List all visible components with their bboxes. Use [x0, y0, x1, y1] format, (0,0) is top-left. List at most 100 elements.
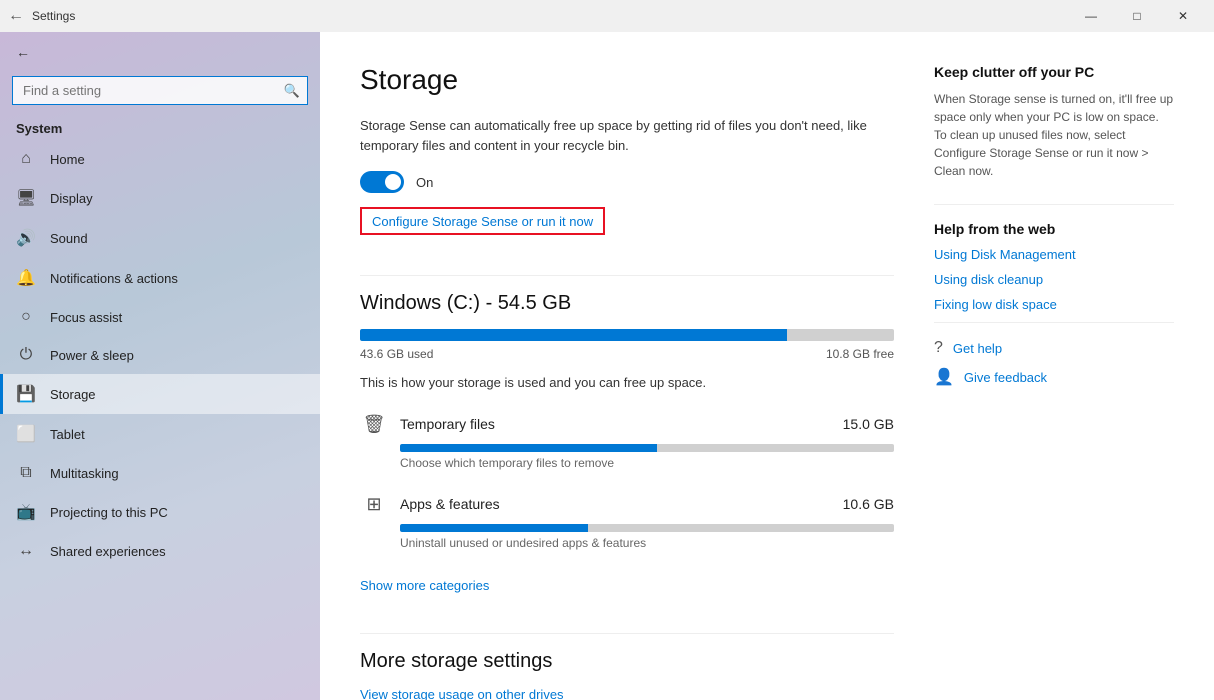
feedback-icon: 👤	[934, 367, 954, 387]
storage-item-icon-temp: 🗑	[360, 410, 388, 438]
sidebar-back-button[interactable]: ←	[0, 32, 320, 72]
storage-item-bar-apps	[400, 524, 894, 532]
configure-storage-sense-link[interactable]: Configure Storage Sense or run it now	[372, 214, 593, 229]
title-bar: ← Settings — □ ✕	[0, 0, 1214, 32]
storage-sense-toggle[interactable]	[360, 171, 404, 193]
sidebar-item-multitasking[interactable]: ⧉ Multitasking	[0, 454, 320, 492]
sidebar-label-projecting: Projecting to this PC	[50, 505, 168, 520]
sidebar-item-storage[interactable]: 💾 Storage	[0, 374, 320, 414]
right-panel: Keep clutter off your PC When Storage se…	[934, 64, 1174, 668]
give-feedback-item[interactable]: 👤 Give feedback	[934, 367, 1174, 387]
sidebar-icon-notifications: 🔔	[16, 268, 36, 288]
get-help-item[interactable]: ? Get help	[934, 339, 1174, 357]
get-help-link[interactable]: Get help	[953, 341, 1002, 356]
section-divider-1	[360, 275, 894, 276]
storage-item-desc-apps: Uninstall unused or undesired apps & fea…	[400, 536, 894, 550]
sidebar-item-focus[interactable]: ○ Focus assist	[0, 298, 320, 336]
storage-item-temp: 🗑 Temporary files 15.0 GB Choose which t…	[360, 410, 894, 470]
right-divider	[934, 204, 1174, 205]
title-bar-controls: — □ ✕	[1068, 0, 1206, 32]
storage-sense-description: Storage Sense can automatically free up …	[360, 116, 880, 155]
right-divider-2	[934, 322, 1174, 323]
minimize-button[interactable]: —	[1068, 0, 1114, 32]
search-input[interactable]	[12, 76, 308, 105]
sidebar-label-power: Power & sleep	[50, 348, 134, 363]
help-link-1[interactable]: Using disk cleanup	[934, 272, 1174, 287]
sidebar-item-display[interactable]: 🖥 Display	[0, 178, 320, 218]
storage-item-name-apps: Apps & features	[400, 496, 831, 512]
sidebar-icon-home: ⌂	[16, 150, 36, 168]
drive-storage-bar	[360, 329, 894, 341]
help-link-2[interactable]: Fixing low disk space	[934, 297, 1174, 312]
title-bar-title: Settings	[32, 9, 75, 23]
more-storage-link-0[interactable]: View storage usage on other drives	[360, 687, 894, 700]
sidebar-items-list: ⌂ Home 🖥 Display 🔊 Sound 🔔 Notifications…	[0, 140, 320, 570]
sidebar-item-shared[interactable]: ↔ Shared experiences	[0, 532, 320, 570]
drive-used-label: 43.6 GB used	[360, 347, 433, 361]
sidebar-item-notifications[interactable]: 🔔 Notifications & actions	[0, 258, 320, 298]
storage-item-size-temp: 15.0 GB	[843, 416, 894, 432]
help-links-list: Using Disk Management Using disk cleanup F…	[934, 247, 1174, 312]
sidebar: ← 🔍 System ⌂ Home 🖥 Display 🔊 Sound 🔔 No…	[0, 32, 320, 700]
drive-bar-fill	[360, 329, 787, 341]
help-link-0[interactable]: Using Disk Management	[934, 247, 1174, 262]
main-content: Storage Storage Sense can automatically …	[320, 32, 1214, 700]
more-storage-links-list: View storage usage on other drivesChange…	[360, 687, 894, 700]
sidebar-icon-focus: ○	[16, 308, 36, 326]
sidebar-item-projecting[interactable]: 📺 Projecting to this PC	[0, 492, 320, 532]
toggle-thumb	[385, 174, 401, 190]
keep-clutter-title: Keep clutter off your PC	[934, 64, 1174, 80]
back-arrow-icon: ←	[16, 44, 30, 60]
storage-item-apps: ⊞ Apps & features 10.6 GB Uninstall unus…	[360, 490, 894, 550]
sidebar-label-shared: Shared experiences	[50, 544, 166, 559]
sidebar-label-notifications: Notifications & actions	[50, 271, 178, 286]
app-container: ← 🔍 System ⌂ Home 🖥 Display 🔊 Sound 🔔 No…	[0, 32, 1214, 700]
give-feedback-link[interactable]: Give feedback	[964, 370, 1047, 385]
drive-title: Windows (C:) - 54.5 GB	[360, 292, 894, 315]
configure-link-box: Configure Storage Sense or run it now	[360, 207, 605, 235]
storage-item-name-temp: Temporary files	[400, 416, 831, 432]
close-button[interactable]: ✕	[1160, 0, 1206, 32]
sidebar-item-sound[interactable]: 🔊 Sound	[0, 218, 320, 258]
storage-item-icon-apps: ⊞	[360, 490, 388, 518]
sidebar-label-multitasking: Multitasking	[50, 466, 119, 481]
more-storage-settings-title: More storage settings	[360, 650, 894, 673]
sidebar-item-tablet[interactable]: ⬜ Tablet	[0, 414, 320, 454]
sidebar-icon-tablet: ⬜	[16, 424, 36, 444]
page-title: Storage	[360, 64, 894, 96]
sidebar-icon-storage: 💾	[16, 384, 36, 404]
settings-back-icon[interactable]: ←	[8, 7, 24, 25]
sidebar-item-power[interactable]: ⏻ Power & sleep	[0, 336, 320, 374]
storage-item-bar-temp	[400, 444, 894, 452]
toggle-label: On	[416, 175, 433, 190]
storage-item-desc-temp: Choose which temporary files to remove	[400, 456, 894, 470]
sidebar-item-home[interactable]: ⌂ Home	[0, 140, 320, 178]
sidebar-icon-display: 🖥	[16, 188, 36, 208]
search-icon: 🔍	[284, 83, 300, 99]
drive-free-label: 10.8 GB free	[826, 347, 894, 361]
sidebar-label-sound: Sound	[50, 231, 88, 246]
sidebar-icon-multitasking: ⧉	[16, 464, 36, 482]
storage-item-header-temp: 🗑 Temporary files 15.0 GB	[360, 410, 894, 438]
drive-bar-labels: 43.6 GB used 10.8 GB free	[360, 347, 894, 361]
storage-item-size-apps: 10.6 GB	[843, 496, 894, 512]
system-section-title: System	[0, 113, 320, 140]
content-area: Storage Storage Sense can automatically …	[360, 64, 894, 668]
sidebar-label-tablet: Tablet	[50, 427, 85, 442]
section-divider-2	[360, 633, 894, 634]
maximize-button[interactable]: □	[1114, 0, 1160, 32]
title-bar-left: ← Settings	[8, 7, 1068, 25]
storage-item-bar-fill-apps	[400, 524, 588, 532]
get-help-icon: ?	[934, 339, 943, 357]
storage-sense-toggle-row: On	[360, 171, 894, 193]
sidebar-label-focus: Focus assist	[50, 310, 122, 325]
keep-clutter-desc: When Storage sense is turned on, it'll f…	[934, 90, 1174, 180]
storage-usage-desc: This is how your storage is used and you…	[360, 375, 894, 390]
help-from-web-title: Help from the web	[934, 221, 1174, 237]
show-more-categories-link[interactable]: Show more categories	[360, 578, 489, 593]
sidebar-label-home: Home	[50, 152, 85, 167]
storage-items-list: 🗑 Temporary files 15.0 GB Choose which t…	[360, 410, 894, 550]
sidebar-label-storage: Storage	[50, 387, 96, 402]
sidebar-label-display: Display	[50, 191, 93, 206]
sidebar-search-container: 🔍	[12, 76, 308, 105]
